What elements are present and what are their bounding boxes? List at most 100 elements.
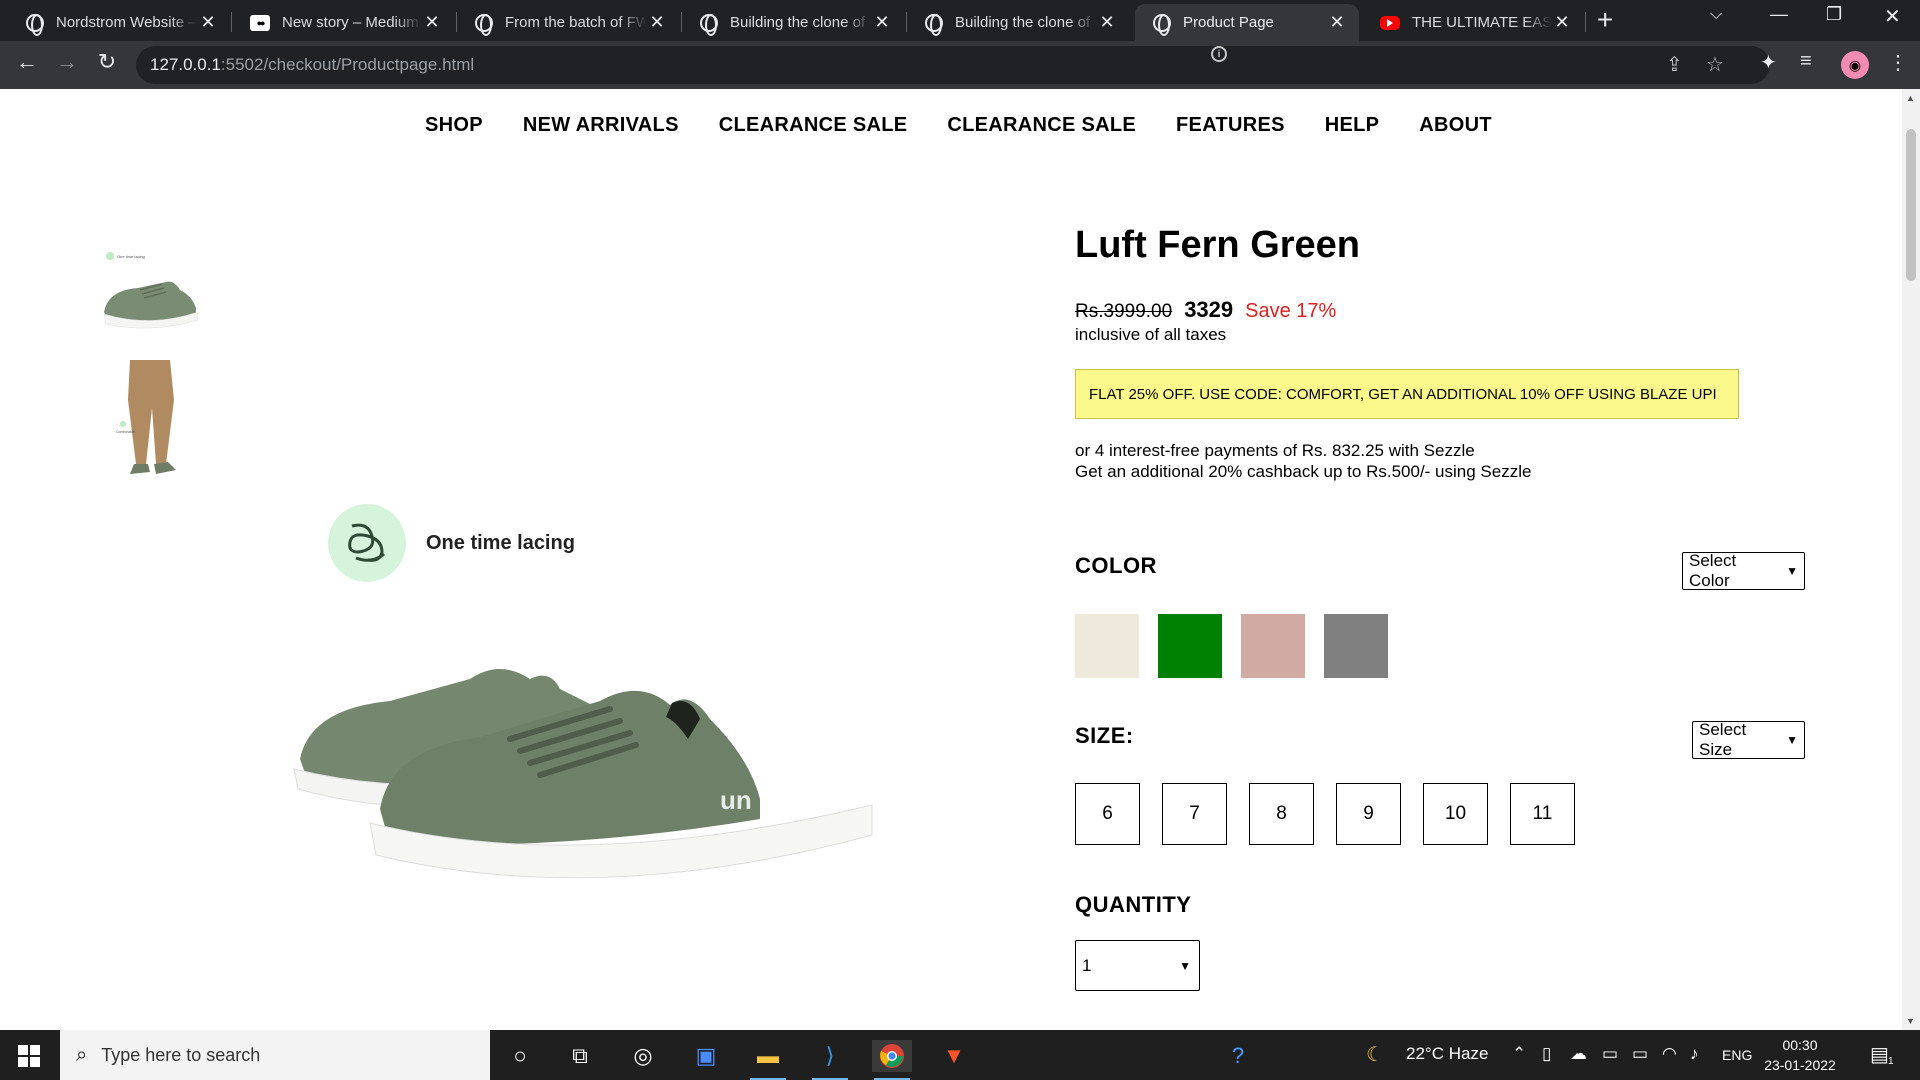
globe-icon — [700, 13, 718, 36]
close-icon[interactable]: ✕ — [647, 12, 667, 33]
vscode-icon[interactable]: ⟩ — [810, 1040, 850, 1080]
web-page: SHOP NEW ARRIVALS CLEARANCE SALE CLEARAN… — [0, 89, 1902, 1030]
chevron-down-icon: ▼ — [1786, 564, 1798, 578]
weather-text[interactable]: 22°C Haze — [1406, 1044, 1488, 1064]
windows-start-icon[interactable] — [18, 1045, 40, 1067]
thumb-caption: One time lacing — [117, 254, 145, 259]
task-view-icon[interactable]: ⧉ — [560, 1040, 600, 1072]
windows-taskbar: ⌕ Type here to search ○ ⧉ ◎ ▣ ▬ ⟩ ▼ ? ☾ … — [0, 1030, 1920, 1080]
tab-clone-1[interactable]: Building the clone of ✕ — [682, 4, 904, 41]
volume-icon[interactable]: ♪ — [1690, 1044, 1699, 1064]
restore-icon[interactable]: ❐ — [1826, 4, 1842, 25]
thumbnail-model[interactable]: Comfortable — [100, 360, 202, 478]
quantity-select[interactable]: 1 ▼ — [1075, 940, 1200, 991]
bookmark-star-icon[interactable]: ☆ — [1706, 52, 1724, 77]
tab-product-page[interactable]: Product Page ✕ — [1135, 4, 1359, 41]
sezzle-info: or 4 interest-free payments of Rs. 832.2… — [1075, 440, 1531, 482]
lacing-icon — [328, 504, 406, 582]
notification-icon[interactable]: ▤ — [1870, 1042, 1889, 1067]
forward-arrow-icon[interactable]: → — [52, 49, 82, 75]
tab-clone-2[interactable]: Building the clone of ✕ — [907, 4, 1129, 41]
meet-now-icon[interactable]: ▯ — [1542, 1044, 1551, 1064]
close-icon[interactable]: ✕ — [198, 12, 218, 33]
page-scrollbar[interactable]: ▲ ▼ — [1902, 89, 1920, 1030]
thumbnail-shoe[interactable]: One time lacing — [100, 242, 202, 346]
color-select-value: Select Color — [1689, 551, 1737, 590]
size-option-11[interactable]: 11 — [1510, 783, 1575, 845]
github-icon[interactable]: ◎ — [623, 1040, 663, 1072]
site-info-icon[interactable]: i — [1211, 46, 1227, 62]
size-option-7[interactable]: 7 — [1162, 783, 1227, 845]
size-option-10[interactable]: 10 — [1423, 783, 1488, 845]
weather-icon: ☾ — [1366, 1044, 1384, 1066]
swatch-green[interactable] — [1158, 614, 1222, 678]
extensions-puzzle-icon[interactable]: ✦ — [1760, 50, 1777, 75]
file-explorer-icon[interactable]: ▬ — [748, 1040, 788, 1080]
nav-clearance-sale-2[interactable]: CLEARANCE SALE — [947, 114, 1136, 137]
close-icon[interactable]: ✕ — [422, 12, 442, 33]
tab-nordstrom[interactable]: Nordstrom Website – ✕ — [8, 4, 230, 41]
tab-title: New story – Medium — [282, 14, 419, 31]
scrollbar-thumb[interactable] — [1906, 129, 1916, 281]
tab-title: THE ULTIMATE EASY M — [1412, 14, 1552, 31]
close-icon[interactable]: ✕ — [1097, 12, 1117, 33]
menu-kebab-icon[interactable]: ⋮ — [1888, 50, 1908, 75]
language-indicator[interactable]: ENG — [1722, 1047, 1752, 1063]
onedrive-icon[interactable]: ☁ — [1570, 1044, 1587, 1064]
size-option-9[interactable]: 9 — [1336, 783, 1401, 845]
size-select[interactable]: Select Size ▼ — [1692, 720, 1805, 759]
product-title: Luft Fern Green — [1075, 224, 1361, 266]
tray-chevron-icon[interactable]: ⌃ — [1512, 1044, 1526, 1064]
nav-help[interactable]: HELP — [1325, 114, 1380, 137]
close-icon[interactable]: ✕ — [1552, 12, 1572, 33]
wifi-icon[interactable]: ◠ — [1662, 1044, 1677, 1064]
brave-icon[interactable]: ▼ — [934, 1040, 974, 1072]
media-queue-icon[interactable]: ≡ — [1800, 50, 1812, 73]
close-icon[interactable]: ✕ — [872, 12, 892, 33]
battery-icon[interactable]: ▭ — [1632, 1044, 1648, 1064]
size-option-6[interactable]: 6 — [1075, 783, 1140, 845]
minimize-icon[interactable]: — — [1770, 4, 1788, 25]
swatch-cream[interactable] — [1075, 614, 1139, 678]
globe-icon — [475, 13, 493, 36]
reload-icon[interactable]: ↻ — [92, 49, 122, 75]
tab-fw-batch[interactable]: From the batch of FW ✕ — [457, 4, 679, 41]
back-arrow-icon[interactable]: ← — [12, 49, 42, 75]
taskbar-search[interactable]: ⌕ Type here to search — [60, 1030, 490, 1080]
chrome-icon[interactable] — [872, 1040, 912, 1080]
close-icon[interactable]: ✕ — [1327, 12, 1347, 33]
tab-title: Nordstrom Website – — [56, 14, 197, 31]
size-label: SIZE: — [1075, 723, 1134, 748]
thumb-caption: Comfortable — [116, 430, 135, 434]
address-bar[interactable]: i 127.0.0.1 :5502/checkout/Productpage.h… — [136, 46, 1770, 84]
sezzle-line-2: Get an additional 20% cashback up to Rs.… — [1075, 462, 1532, 481]
color-select[interactable]: Select Color ▼ — [1682, 551, 1805, 590]
cortana-icon[interactable]: ○ — [500, 1040, 540, 1072]
nav-about[interactable]: ABOUT — [1419, 114, 1492, 137]
discount-badge: Save 17% — [1245, 300, 1337, 322]
tax-note: inclusive of all taxes — [1075, 325, 1227, 344]
search-placeholder: Type here to search — [101, 1044, 261, 1065]
zoom-icon[interactable]: ▣ — [686, 1040, 726, 1072]
size-option-8[interactable]: 8 — [1249, 783, 1314, 845]
profile-avatar[interactable]: ◉ — [1841, 51, 1869, 79]
nav-shop[interactable]: SHOP — [425, 114, 483, 137]
thumbnail-list: One time lacing Comfortable — [100, 242, 202, 492]
system-clock[interactable]: 00:30 23-01-2022 — [1755, 1035, 1845, 1075]
new-tab-icon[interactable]: + — [1597, 4, 1613, 36]
tab-search-chevron-icon[interactable]: ⌵ — [1710, 6, 1722, 24]
share-icon[interactable]: ⇪ — [1666, 52, 1683, 77]
swatch-pink[interactable] — [1241, 614, 1305, 678]
scroll-down-icon[interactable]: ▼ — [1906, 1016, 1915, 1026]
tab-medium[interactable]: New story – Medium ✕ — [232, 4, 454, 41]
close-window-icon[interactable]: ✕ — [1884, 4, 1901, 29]
help-icon[interactable]: ? — [1218, 1040, 1258, 1072]
swatch-grey[interactable] — [1324, 614, 1388, 678]
globe-icon — [1153, 13, 1171, 36]
nav-features[interactable]: FEATURES — [1176, 114, 1285, 137]
tab-youtube[interactable]: THE ULTIMATE EASY M ✕ — [1362, 4, 1584, 41]
nav-new-arrivals[interactable]: NEW ARRIVALS — [523, 114, 679, 137]
display-icon[interactable]: ▭ — [1602, 1044, 1618, 1064]
scroll-up-icon[interactable]: ▲ — [1906, 93, 1915, 103]
nav-clearance-sale[interactable]: CLEARANCE SALE — [719, 114, 908, 137]
